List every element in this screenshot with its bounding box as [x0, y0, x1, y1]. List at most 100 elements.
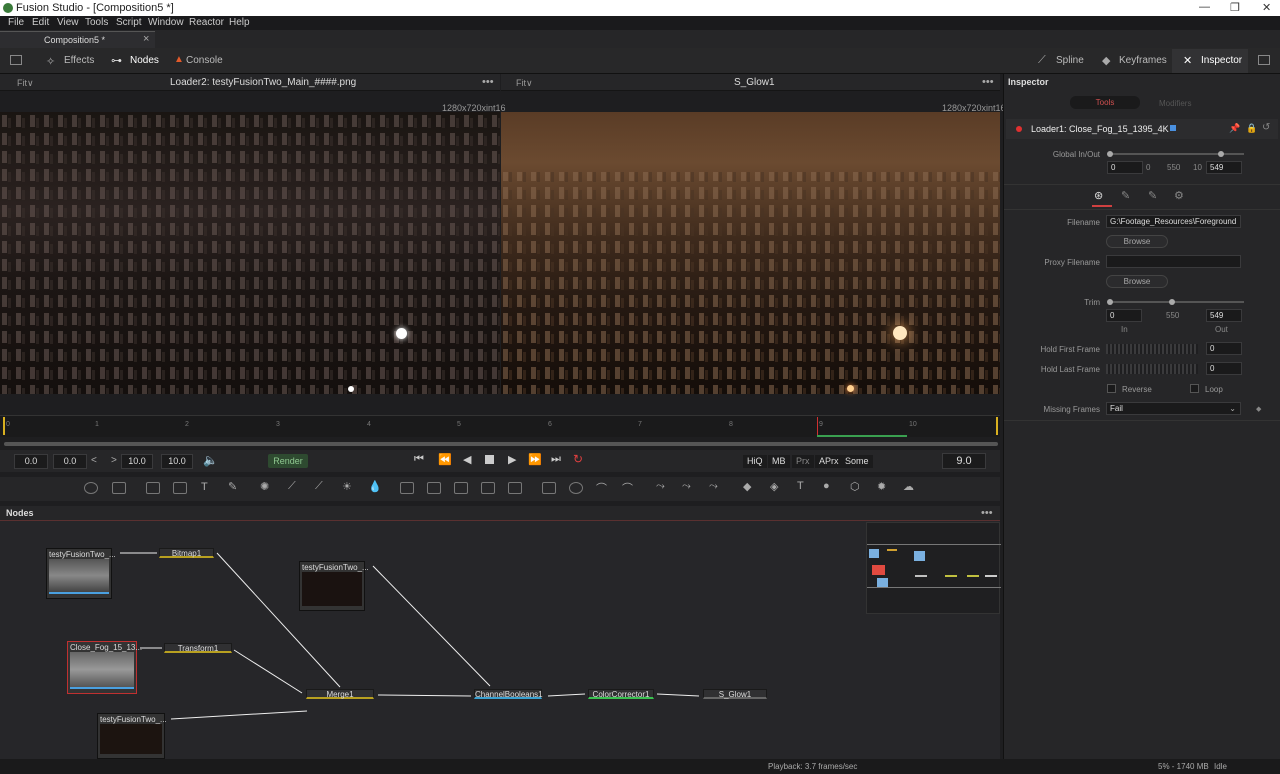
tool-merge-icon[interactable] [400, 482, 414, 494]
keyframes-button[interactable]: Keyframes [1119, 55, 1167, 66]
subtab-format-icon[interactable]: ✎ [1121, 189, 1130, 202]
hold-last-slider[interactable] [1106, 364, 1198, 374]
tool-shape3d-icon[interactable]: ◆ [743, 480, 751, 493]
render-end-field[interactable]: 10.0 [121, 454, 153, 469]
mb-button[interactable]: MB [768, 455, 790, 468]
trim-in-knob[interactable] [1107, 299, 1113, 305]
aprx-button[interactable]: APrx [815, 455, 843, 468]
trim-in-field[interactable]: 0 [1106, 309, 1142, 322]
menu-help[interactable]: Help [229, 17, 250, 28]
last-frame-icon[interactable]: ⏭ [551, 453, 561, 466]
tool-image-icon[interactable] [112, 482, 126, 494]
spline-button[interactable]: Spline [1056, 55, 1084, 66]
loop-icon[interactable]: ↻ [573, 452, 583, 466]
close-icon[interactable]: ✕ [1262, 1, 1271, 14]
filename-field[interactable]: G:\Footage_Resources\Foreground [1106, 215, 1241, 228]
global-out-knob[interactable] [1218, 151, 1224, 157]
reset-icon[interactable]: ↺ [1262, 122, 1270, 133]
hold-first-slider[interactable] [1106, 344, 1198, 354]
keyframe-diamond-icon[interactable]: ◆ [1256, 405, 1261, 413]
tool-transform-icon[interactable] [481, 482, 495, 494]
tool-dissolve-icon[interactable] [427, 482, 441, 494]
timeline-end-marker[interactable] [996, 417, 998, 435]
tool-color-icon[interactable] [1170, 125, 1176, 131]
current-frame-field[interactable]: 9.0 [942, 453, 986, 469]
menu-script[interactable]: Script [116, 17, 142, 28]
global-out-field[interactable]: 549 [1206, 161, 1242, 174]
tool-glow-icon[interactable]: ☀ [342, 480, 352, 493]
minimize-icon[interactable]: — [1199, 1, 1210, 13]
reverse-checkbox[interactable] [1107, 384, 1116, 393]
menu-reactor[interactable]: Reactor [189, 17, 224, 28]
viewer2-fit-dropdown[interactable]: Fit∨ [516, 78, 533, 89]
subtab-import-icon[interactable]: ✎ [1148, 189, 1157, 202]
tool-fast-noise-icon[interactable] [173, 482, 187, 494]
tool-planar-icon[interactable]: ⤳ [682, 480, 691, 493]
nodes-button[interactable]: Nodes [130, 55, 159, 66]
panel-toggle-icon[interactable] [1258, 55, 1270, 65]
step-forward-button[interactable]: > [111, 455, 117, 466]
global-in-knob[interactable] [1107, 151, 1113, 157]
viewer2-image[interactable] [501, 112, 1000, 394]
tool-rectangle-mask-icon[interactable] [542, 482, 556, 494]
proxy-browse-button[interactable]: Browse [1106, 275, 1168, 288]
viewer1-fit-dropdown[interactable]: Fit∨ [17, 78, 34, 89]
play-reverse-icon[interactable]: ◀ [463, 453, 471, 466]
tool-merge3d-icon[interactable]: ◈ [770, 480, 778, 493]
effects-button[interactable]: Effects [64, 55, 94, 66]
tab-composition[interactable]: Composition5 * × [0, 31, 155, 48]
filename-browse-button[interactable]: Browse [1106, 235, 1168, 248]
hold-first-field[interactable]: 0 [1206, 342, 1242, 355]
node-minimap[interactable] [866, 522, 1001, 614]
step-back-button[interactable]: < [91, 455, 97, 466]
prx-button[interactable]: Prx [792, 455, 814, 468]
proxy-filename-field[interactable] [1106, 255, 1241, 268]
menu-file[interactable]: File [8, 17, 24, 28]
node-transform[interactable]: Transform1 [164, 643, 232, 653]
tool-loader-icon[interactable] [146, 482, 160, 494]
first-frame-icon[interactable]: ⏮ [414, 453, 424, 466]
tool-light-icon[interactable]: ✹ [877, 480, 886, 493]
rewind-icon[interactable]: ⏪ [438, 453, 452, 466]
maximize-icon[interactable]: ❐ [1230, 1, 1240, 14]
node-channel-booleans[interactable]: ChannelBooleans1 [474, 689, 543, 699]
hold-last-field[interactable]: 0 [1206, 362, 1242, 375]
tool-text-icon[interactable]: T [201, 481, 208, 493]
minimap-viewport[interactable] [867, 544, 1001, 588]
tool-polygon-icon[interactable]: ⌒ [596, 480, 607, 496]
node-loader-a[interactable]: testyFusionTwo_... [46, 548, 116, 599]
tool-ellipse-mask-icon[interactable] [569, 482, 583, 494]
console-button[interactable]: Console [186, 55, 223, 66]
tab-modifiers[interactable]: Modifiers [1159, 99, 1191, 108]
tool-matte-icon[interactable] [454, 482, 468, 494]
tab-close-icon[interactable]: × [143, 33, 149, 45]
tool-paint-icon[interactable]: ✎ [228, 480, 237, 493]
node-bitmap[interactable]: Bitmap1 [159, 548, 214, 558]
global-end-field[interactable]: 10.0 [161, 454, 193, 469]
playhead[interactable] [817, 417, 818, 435]
timeline-start-marker[interactable] [3, 417, 5, 435]
timeline-ruler[interactable] [0, 415, 1000, 437]
inspector-button[interactable]: Inspector [1201, 55, 1242, 66]
menu-edit[interactable]: Edit [32, 17, 49, 28]
render-start-field[interactable]: 0.0 [53, 454, 87, 469]
node-color-corrector[interactable]: ColorCorrector1 [588, 689, 654, 699]
trim-out-knob[interactable] [1169, 299, 1175, 305]
global-start-field[interactable]: 0.0 [14, 454, 48, 469]
lock-icon[interactable]: 🔒 [1246, 123, 1257, 134]
tab-tools[interactable]: Tools [1070, 96, 1140, 109]
tool-camera3d-icon[interactable]: ● [823, 480, 830, 492]
tool-colorcorrect-icon[interactable]: 💧 [368, 480, 382, 493]
tool-blur-icon[interactable]: ⟋ [288, 480, 296, 493]
node-graph[interactable]: testyFusionTwo_... Bitmap1 testyFusionTw… [0, 521, 1000, 759]
pin-icon[interactable]: 📌 [1229, 123, 1240, 134]
global-in-field[interactable]: 0 [1107, 161, 1143, 174]
tool-camera-tracker-icon[interactable]: ⤳ [709, 480, 718, 493]
menu-tools[interactable]: Tools [85, 17, 108, 28]
layout-icon[interactable] [10, 55, 22, 65]
range-scrollbar[interactable] [4, 442, 998, 446]
viewer1-image[interactable] [0, 112, 500, 394]
tool-renderer3d-icon[interactable]: ⬡ [850, 480, 860, 493]
viewer2-options-icon[interactable]: ••• [982, 76, 994, 88]
menu-window[interactable]: Window [148, 17, 184, 28]
